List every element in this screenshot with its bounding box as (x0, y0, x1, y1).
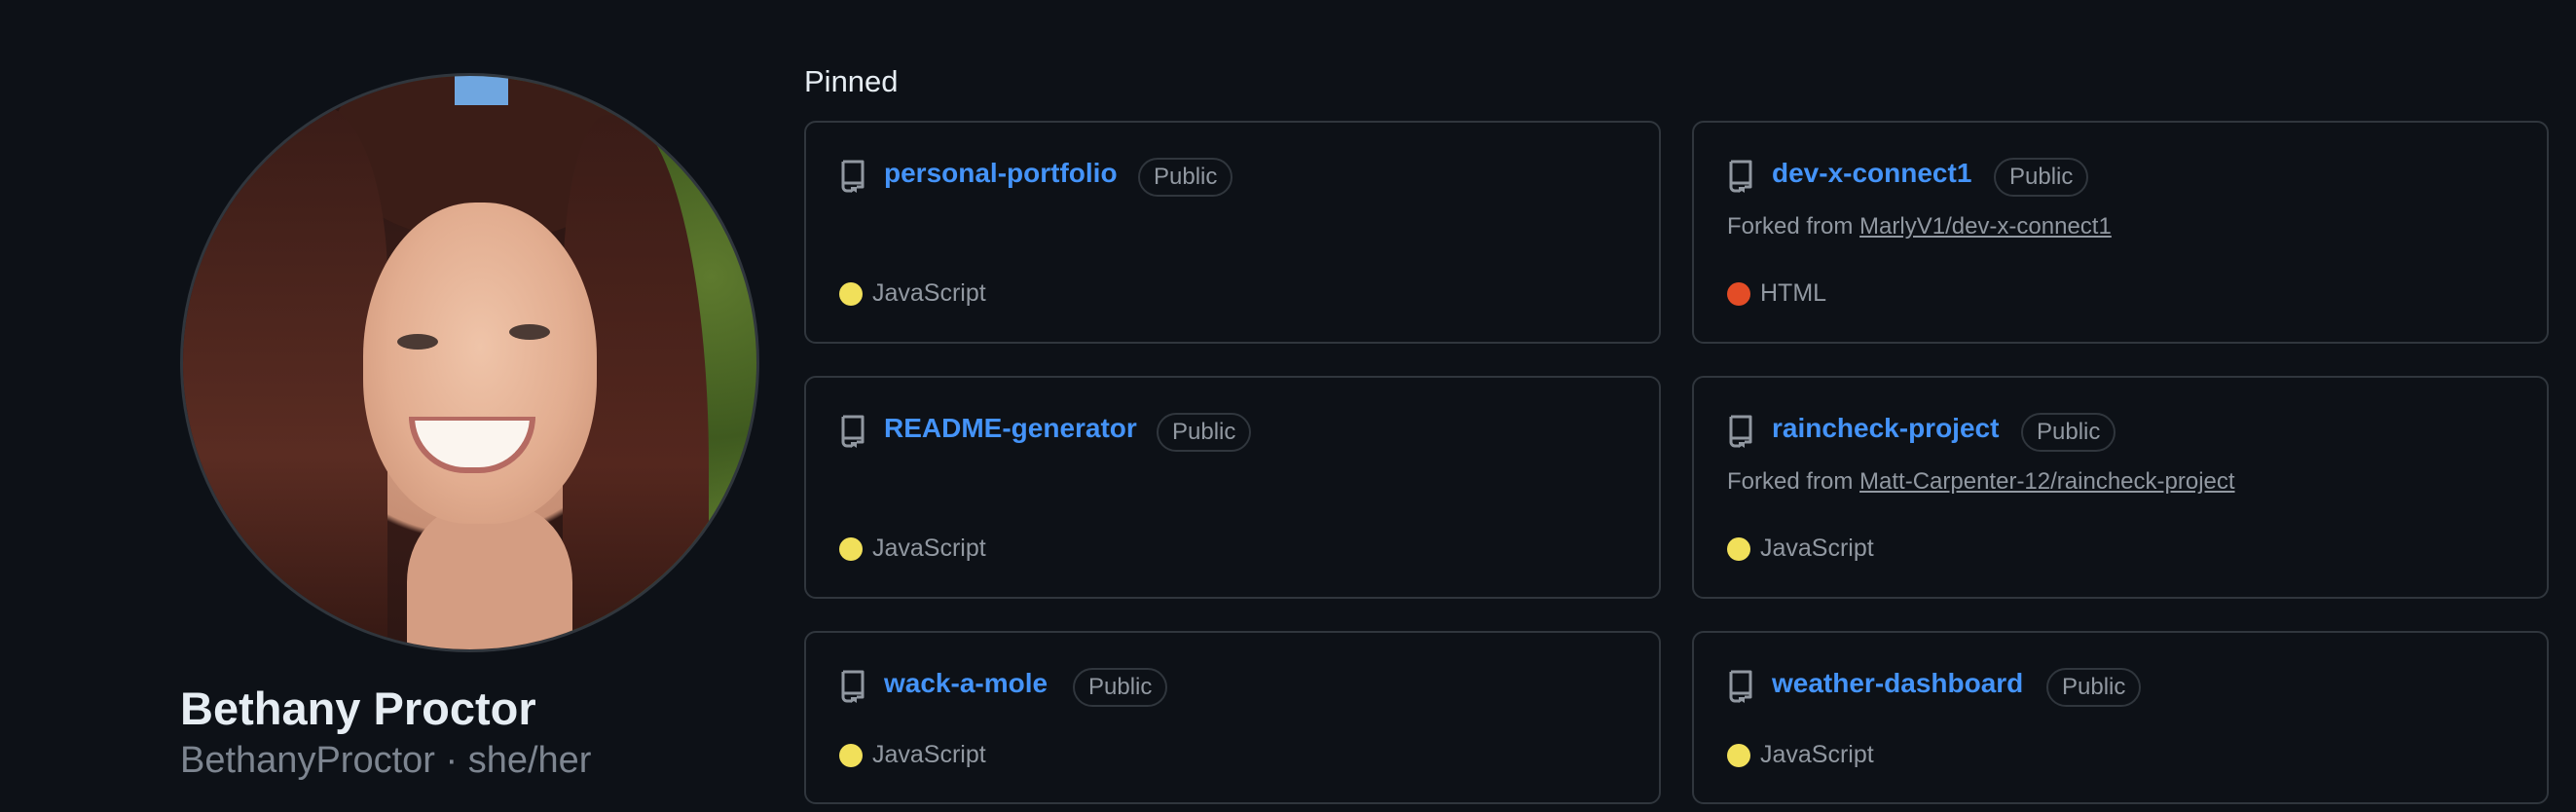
repo-icon (841, 670, 865, 703)
forked-from-text: Forked from MarlyV1/dev-x-connect1 (1727, 213, 2112, 240)
language-label: JavaScript (872, 279, 986, 307)
forked-from-prefix: Forked from (1727, 213, 1854, 240)
pinned-repo-card: wack-a-mole Public JavaScript (804, 631, 1661, 804)
repo-language: JavaScript (839, 279, 986, 308)
repo-icon (1729, 160, 1752, 193)
repo-language: JavaScript (1727, 535, 1874, 563)
repo-icon (1729, 670, 1752, 703)
repo-icon (841, 160, 865, 193)
repo-language: JavaScript (839, 535, 986, 563)
repo-name-link[interactable]: dev-x-connect1 (1772, 158, 1971, 189)
language-color-dot (839, 743, 863, 767)
repo-icon (1729, 415, 1752, 448)
visibility-badge: Public (2046, 668, 2142, 707)
visibility-badge: Public (2021, 413, 2116, 452)
repo-name-link[interactable]: personal-portfolio (884, 158, 1118, 189)
forked-from-prefix: Forked from (1727, 468, 1854, 495)
repo-icon (841, 415, 865, 448)
language-label: JavaScript (872, 741, 986, 768)
language-color-dot (1727, 281, 1750, 306)
forked-from-link[interactable]: MarlyV1/dev-x-connect1 (1859, 213, 2112, 240)
pinned-repo-card: raincheck-project Public Forked from Mat… (1692, 376, 2549, 599)
language-label: JavaScript (1760, 535, 1874, 562)
language-color-dot (839, 281, 863, 306)
pinned-heading: Pinned (804, 64, 899, 98)
profile-handle: BethanyProctor · she/her (180, 740, 592, 781)
forked-from-link[interactable]: Matt-Carpenter-12/raincheck-project (1859, 468, 2235, 495)
visibility-badge: Public (1157, 413, 1252, 452)
language-label: JavaScript (872, 535, 986, 562)
profile-name: Bethany Proctor (180, 683, 536, 734)
repo-language: HTML (1727, 279, 1826, 308)
pinned-repo-card: weather-dashboard Public JavaScript (1692, 631, 2549, 804)
language-label: HTML (1760, 279, 1827, 307)
language-label: JavaScript (1760, 741, 1874, 768)
repo-language: JavaScript (839, 741, 986, 769)
repo-language: JavaScript (1727, 741, 1874, 769)
visibility-badge: Public (1073, 668, 1168, 707)
repo-name-link[interactable]: weather-dashboard (1772, 668, 2023, 699)
visibility-badge: Public (1138, 158, 1233, 197)
pinned-repo-card: dev-x-connect1 Public Forked from MarlyV… (1692, 121, 2549, 344)
profile-avatar[interactable] (180, 73, 759, 652)
language-color-dot (839, 536, 863, 561)
repo-name-link[interactable]: raincheck-project (1772, 413, 1999, 444)
repo-name-link[interactable]: README-generator (884, 413, 1137, 444)
repo-name-link[interactable]: wack-a-mole (884, 668, 1048, 699)
visibility-badge: Public (1994, 158, 2089, 197)
language-color-dot (1727, 536, 1750, 561)
github-profile-page: Bethany Proctor BethanyProctor · she/her… (0, 0, 2576, 812)
language-color-dot (1727, 743, 1750, 767)
forked-from-text: Forked from Matt-Carpenter-12/raincheck-… (1727, 468, 2235, 496)
pinned-repo-card: README-generator Public JavaScript (804, 376, 1661, 599)
pinned-repo-card: personal-portfolio Public JavaScript (804, 121, 1661, 344)
